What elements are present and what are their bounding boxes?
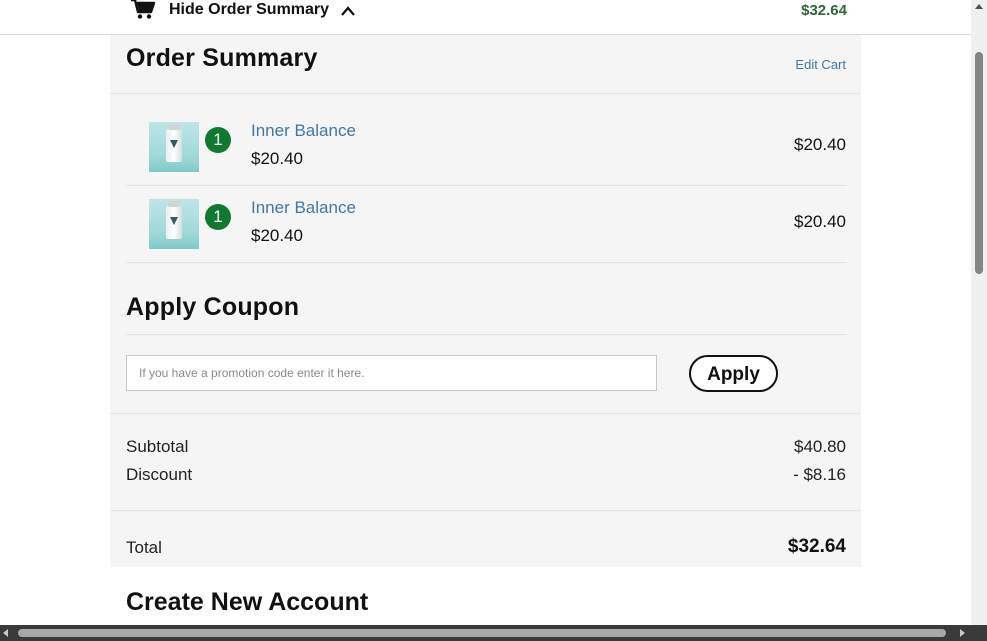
chevron-up-icon[interactable]: [340, 4, 356, 18]
apply-coupon-button[interactable]: Apply: [689, 355, 778, 392]
order-summary-toggle-bar[interactable]: Hide Order Summary $32.64: [0, 0, 971, 35]
scroll-left-arrow-icon[interactable]: [3, 629, 8, 637]
divider: [110, 510, 861, 511]
horizontal-scrollbar[interactable]: [0, 625, 987, 641]
hide-order-summary-label[interactable]: Hide Order Summary: [169, 1, 329, 19]
horizontal-scroll-thumb[interactable]: [18, 629, 946, 637]
quantity-badge: 1: [205, 127, 231, 153]
total-label: Total: [126, 538, 162, 557]
product-image: [149, 122, 199, 172]
order-summary-title: Order Summary: [126, 44, 318, 72]
order-summary-panel: Order Summary Edit Cart 1 Inner Balance …: [110, 35, 861, 567]
subtotal-label: Subtotal: [126, 437, 189, 456]
quantity-badge: 1: [205, 204, 231, 230]
apply-coupon-title: Apply Coupon: [126, 293, 300, 321]
create-account-title: Create New Account: [126, 588, 369, 616]
cart-item: 1 Inner Balance $20.40 $20.40: [126, 172, 846, 249]
vertical-scroll-thumb[interactable]: [975, 52, 983, 274]
vertical-scrollbar[interactable]: [971, 0, 987, 625]
divider: [110, 413, 861, 414]
product-line-total: $20.40: [794, 135, 846, 154]
scrollbar-corner: [971, 625, 987, 641]
divider: [126, 334, 846, 335]
product-name-link[interactable]: Inner Balance: [251, 198, 356, 218]
product-name-link[interactable]: Inner Balance: [251, 121, 356, 141]
coupon-code-input[interactable]: [126, 355, 657, 391]
scroll-right-arrow-icon[interactable]: [960, 629, 965, 637]
divider: [126, 262, 846, 263]
subtotal-value: $40.80: [794, 437, 846, 456]
product-line-total: $20.40: [794, 212, 846, 231]
discount-label: Discount: [126, 465, 193, 484]
edit-cart-link[interactable]: Edit Cart: [795, 57, 846, 72]
scroll-up-arrow-icon[interactable]: [975, 4, 983, 9]
shopping-cart-icon: [131, 0, 156, 19]
header-order-total: $32.64: [801, 2, 847, 19]
cart-item: 1 Inner Balance $20.40 $20.40: [126, 95, 846, 172]
discount-value: - $8.16: [793, 465, 846, 484]
product-unit-price: $20.40: [251, 226, 303, 245]
product-unit-price: $20.40: [251, 149, 303, 168]
total-value: $32.64: [787, 536, 846, 557]
product-image: [149, 199, 199, 249]
divider: [110, 93, 861, 94]
